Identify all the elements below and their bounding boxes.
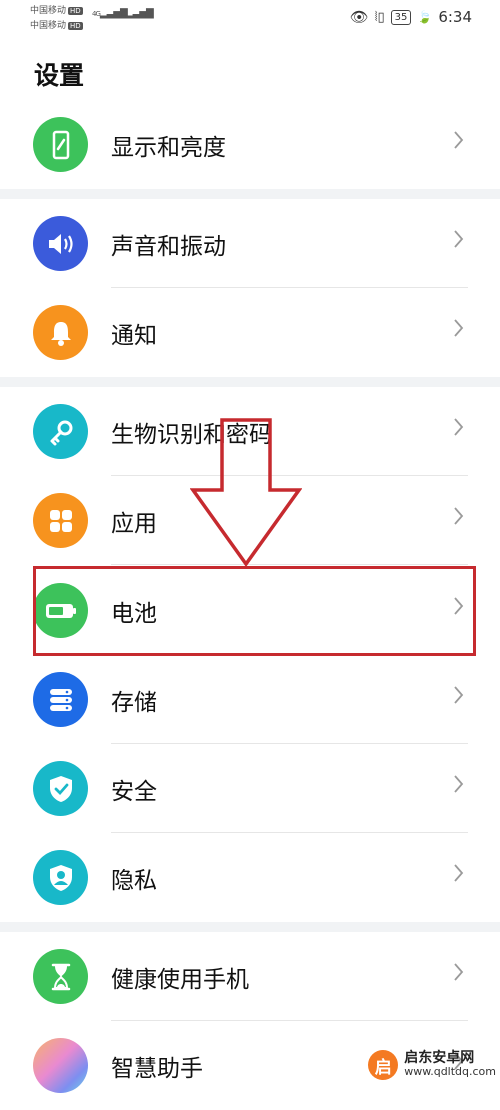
page-title: 设置: [34, 61, 85, 90]
chevron-right-icon: [454, 507, 464, 525]
chevron-right-icon: [454, 775, 464, 793]
carrier-label-2: 中国移动 HD: [30, 21, 83, 31]
status-right: 👁 ⦚▯ 35 🍃 6:34: [350, 8, 472, 26]
settings-item-label: 隐私: [111, 868, 157, 894]
watermark-text: 启东安卓网 www.qdltdq.com: [404, 1050, 496, 1078]
chevron-right-icon: [454, 319, 464, 337]
settings-item-privacy[interactable]: 隐私: [0, 833, 500, 922]
assistant-icon: [33, 1038, 88, 1093]
section-gap: [0, 189, 500, 199]
apps-grid-icon: [33, 493, 88, 548]
carrier-label-1: 中国移动 HD: [30, 6, 83, 16]
status-bar: 中国移动 HD 中国移动 HD 4G▂▃▅▇ 4G▂▃▅▇ 👁 ⦚▯ 35 🍃 6:…: [0, 0, 500, 34]
settings-item-label: 健康使用手机: [111, 967, 249, 993]
annotation-highlight-box: [33, 566, 476, 656]
section-gap: [0, 922, 500, 932]
settings-item-label: 应用: [111, 511, 157, 537]
watermark: 启 启东安卓网 www.qdltdq.com: [368, 1050, 496, 1080]
chevron-right-icon: [454, 230, 464, 248]
chevron-right-icon: [454, 963, 464, 981]
speaker-icon: [33, 216, 88, 271]
settings-item-sound[interactable]: 声音和振动: [0, 199, 500, 288]
privacy-icon: [33, 850, 88, 905]
settings-item-storage[interactable]: 存储: [0, 655, 500, 744]
leaf-icon: 🍃: [417, 10, 433, 24]
status-time: 6:34: [438, 8, 472, 26]
settings-item-label: 声音和振动: [111, 234, 226, 260]
chevron-right-icon: [454, 864, 464, 882]
hourglass-icon: [33, 949, 88, 1004]
settings-item-label: 智慧助手: [111, 1056, 203, 1082]
storage-icon: [33, 672, 88, 727]
settings-item-label: 通知: [111, 323, 157, 349]
settings-item-notifications[interactable]: 通知: [0, 288, 500, 377]
key-icon: [33, 404, 88, 459]
chevron-right-icon: [454, 418, 464, 436]
settings-item-label: 显示和亮度: [111, 135, 226, 161]
eye-comfort-icon: 👁: [349, 8, 369, 26]
settings-item-digital-balance[interactable]: 健康使用手机: [0, 932, 500, 1021]
settings-item-label: 安全: [111, 779, 157, 805]
vibrate-icon: ⦚▯: [374, 9, 385, 25]
battery-indicator: 35: [390, 9, 412, 25]
section-gap: [0, 377, 500, 387]
shield-check-icon: [33, 761, 88, 816]
settings-item-security[interactable]: 安全: [0, 744, 500, 833]
bell-icon: [33, 305, 88, 360]
chevron-right-icon: [454, 131, 464, 149]
chevron-right-icon: [454, 686, 464, 704]
display-icon: [33, 117, 88, 172]
watermark-logo-icon: 启: [368, 1050, 399, 1080]
signal-icon-2: 4G▂▃▅▇: [118, 8, 154, 19]
annotation-arrow-icon: [190, 418, 302, 568]
settings-item-display[interactable]: 显示和亮度: [0, 100, 500, 189]
settings-item-label: 存储: [111, 690, 157, 716]
